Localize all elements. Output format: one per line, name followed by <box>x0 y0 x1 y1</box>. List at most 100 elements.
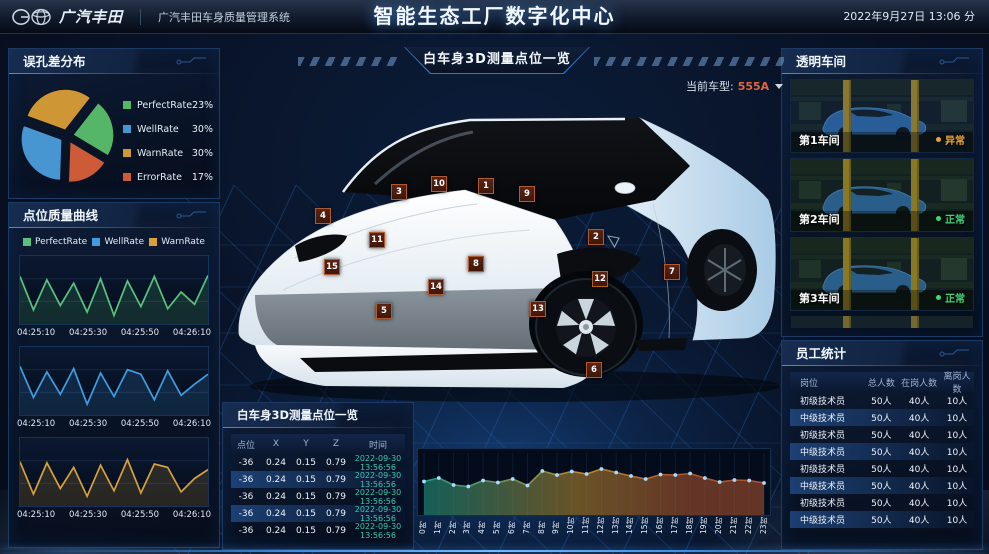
legend-value: 23% <box>192 100 213 111</box>
hour-tick: 6时 <box>506 517 517 534</box>
cell: 0.15 <box>291 475 321 485</box>
time-tick: 04:25:50 <box>121 510 159 520</box>
measure-point-marker[interactable]: 7 <box>664 264 680 280</box>
cell: 10人 <box>940 462 974 475</box>
cell: 10人 <box>940 496 974 509</box>
circuit-decoration-icon <box>938 56 972 67</box>
cell: -36 <box>231 458 261 468</box>
table-row: 初级技术员50人40人10人 <box>790 426 974 443</box>
legend-value: 30% <box>192 148 213 159</box>
measure-point-marker[interactable]: 4 <box>315 208 331 224</box>
cell: 0.24 <box>261 475 291 485</box>
legend-item[interactable]: PerfectRate <box>23 237 87 247</box>
legend-swatch <box>123 173 131 181</box>
cell: 50人 <box>864 462 898 475</box>
measure-point-marker[interactable]: 3 <box>391 184 407 200</box>
cell: 10人 <box>940 411 974 424</box>
measure-point-marker[interactable]: 10 <box>431 176 447 192</box>
workshop-item[interactable]: 第2车间正常 <box>790 158 974 232</box>
cell: 10人 <box>940 445 974 458</box>
cell: 50人 <box>864 513 898 526</box>
measure-point-marker[interactable]: 8 <box>468 256 484 272</box>
measure-point-marker[interactable]: 12 <box>592 271 608 287</box>
column-header: 点位 <box>231 438 261 451</box>
page-title: 智能生态工厂数字化中心 <box>374 0 616 33</box>
chevron-down-icon <box>775 84 783 89</box>
legend-item[interactable]: WellRate <box>92 237 144 247</box>
cell: 2022-09-30 13:56:56 <box>351 488 405 506</box>
panel-error-distribution: 误孔差分布 PerfectRate23%WellRate30%WarnRate3… <box>8 48 220 199</box>
table-row: 中级技术员50人40人10人 <box>790 409 974 426</box>
circuit-decoration-icon <box>175 210 209 221</box>
legend-item[interactable]: WarnRate30% <box>123 141 213 165</box>
legend-item[interactable]: PerfectRate23% <box>123 93 213 117</box>
hour-tick: 11时 <box>580 517 591 534</box>
table-row: -360.240.150.792022-09-30 13:56:56 <box>231 522 405 539</box>
cell: 0.79 <box>321 458 351 468</box>
measure-point-marker[interactable]: 11 <box>369 232 385 248</box>
cell: 40人 <box>898 496 940 509</box>
cell: 0.79 <box>321 475 351 485</box>
current-model-label: 当前车型: <box>686 78 734 94</box>
time-axis: 04:25:1004:25:3004:25:5004:26:10 <box>17 328 211 338</box>
perfectrate-line-chart <box>19 255 209 325</box>
hour-tick: 3时 <box>461 517 472 534</box>
cell: 50人 <box>864 479 898 492</box>
legend-swatch <box>123 101 131 109</box>
measure-point-marker[interactable]: 9 <box>519 186 535 202</box>
measure-point-marker[interactable]: 1 <box>478 178 494 194</box>
legend-item[interactable]: ErrorRate17% <box>123 165 213 189</box>
time-tick: 04:26:10 <box>173 328 211 338</box>
workshop-item[interactable]: 第3车间正常 <box>790 237 974 311</box>
panel-point-quality-curves: 点位质量曲线 PerfectRateWellRateWarnRate 04:25… <box>8 202 220 548</box>
hour-tick: 21时 <box>728 517 739 534</box>
banner-dashes-left <box>298 57 398 66</box>
cell: 初级技术员 <box>790 394 864 407</box>
workshop-name: 第1车间 <box>799 132 840 148</box>
cell: 40人 <box>898 445 940 458</box>
cell: 2022-09-30 13:56:56 <box>351 522 405 540</box>
legend-item[interactable]: WellRate30% <box>123 117 213 141</box>
cell: 0.15 <box>291 526 321 536</box>
workshop-item[interactable]: 第1车间 异常 <box>790 79 974 153</box>
scene-banner: 白车身3D测量点位一览 <box>404 47 590 74</box>
measure-point-marker[interactable]: 5 <box>376 303 392 319</box>
legend-label: PerfectRate <box>35 237 87 247</box>
column-header: 离岗人数 <box>940 369 974 395</box>
time-tick: 04:25:10 <box>17 510 55 520</box>
brand-text: 广汽丰田 <box>59 6 123 27</box>
hour-tick: 18时 <box>684 517 695 534</box>
cell: 0.15 <box>291 509 321 519</box>
measure-point-marker[interactable]: 14 <box>428 279 444 295</box>
cell: 初级技术员 <box>790 428 864 441</box>
panel-transparent-workshop: 透明车间 第1车间异常 第2车间正常 第3车 <box>781 48 983 337</box>
legend-swatch <box>123 149 131 157</box>
wellrate-line-chart <box>19 346 209 416</box>
hour-tick: 23时 <box>758 517 769 534</box>
legend-swatch <box>123 125 131 133</box>
current-model-select[interactable]: 当前车型: 555A <box>686 78 783 94</box>
table-row: -360.240.150.792022-09-30 13:56:56 <box>231 454 405 471</box>
table-row: -360.240.150.792022-09-30 13:56:56 <box>231 505 405 522</box>
measure-point-marker[interactable]: 15 <box>324 259 340 275</box>
header-divider <box>140 9 141 25</box>
measure-point-marker[interactable]: 13 <box>530 301 546 317</box>
time-tick: 04:25:50 <box>121 419 159 429</box>
legend-item[interactable]: WarnRate <box>149 237 205 247</box>
cell: 中级技术员 <box>790 411 864 424</box>
cell: 50人 <box>864 411 898 424</box>
panel-measure-table: 白车身3D测量点位一览 点位XYZ时间 -360.240.150.792022-… <box>222 402 414 550</box>
workshop-status: 异常 <box>936 132 965 147</box>
measure-point-marker[interactable]: 6 <box>586 362 602 378</box>
car-illustration <box>225 88 780 403</box>
cell: 10人 <box>940 428 974 441</box>
table-row: 中级技术员50人40人10人 <box>790 443 974 460</box>
measure-point-marker[interactable]: 2 <box>588 229 604 245</box>
hour-axis: 0时1时2时3时4时5时6时7时8时9时10时11时12时13时14时15时16… <box>417 517 769 534</box>
hour-tick: 14时 <box>624 517 635 534</box>
hour-tick: 20时 <box>713 517 724 534</box>
hour-tick: 22时 <box>743 517 754 534</box>
cell: 中级技术员 <box>790 445 864 458</box>
table-row: -360.240.150.792022-09-30 13:56:56 <box>231 471 405 488</box>
warnrate-line-chart <box>19 437 209 507</box>
